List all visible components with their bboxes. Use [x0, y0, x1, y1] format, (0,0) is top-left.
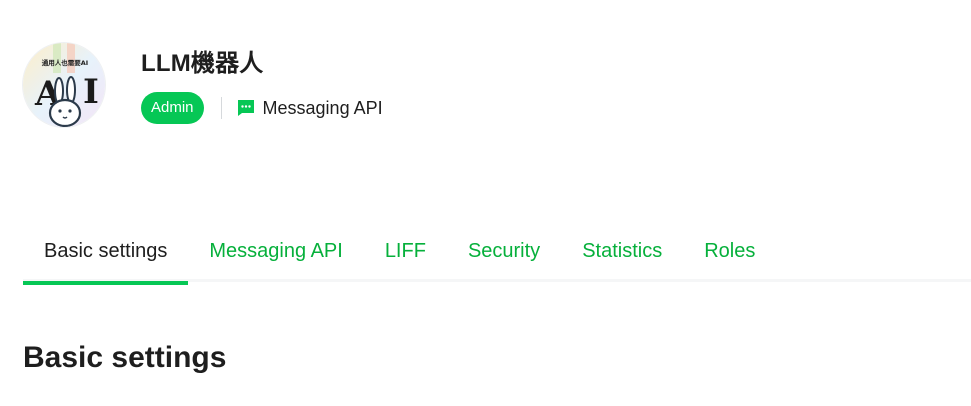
tab-messaging-api[interactable]: Messaging API [188, 222, 363, 282]
section-title: Basic settings [23, 341, 227, 374]
svg-text:I: I [83, 72, 99, 112]
settings-tabs: Basic settings Messaging API LIFF Securi… [23, 222, 971, 285]
rabbit-logo-icon: 通用人也需要AI A I [23, 43, 105, 127]
avatar-caption: 通用人也需要AI [42, 58, 88, 67]
channel-page: 通用人也需要AI A I LLM機器人 Admin Messaging API … [0, 0, 971, 406]
tab-roles[interactable]: Roles [683, 222, 776, 282]
tab-security[interactable]: Security [447, 222, 561, 282]
tab-statistics[interactable]: Statistics [561, 222, 683, 282]
channel-header: 通用人也需要AI A I LLM機器人 Admin Messaging API [22, 42, 383, 128]
channel-type: Messaging API [237, 98, 383, 119]
channel-avatar: 通用人也需要AI A I [22, 42, 106, 128]
tab-basic-settings[interactable]: Basic settings [23, 222, 189, 285]
channel-name: LLM機器人 [141, 50, 264, 77]
role-badge: Admin [141, 92, 204, 124]
chat-bubble-icon [237, 99, 255, 117]
meta-divider [220, 97, 222, 119]
channel-type-label: Messaging API [262, 97, 383, 118]
channel-info: LLM機器人 Admin Messaging API [141, 50, 383, 128]
channel-meta: Admin Messaging API [141, 92, 383, 124]
tab-liff[interactable]: LIFF [364, 222, 447, 282]
